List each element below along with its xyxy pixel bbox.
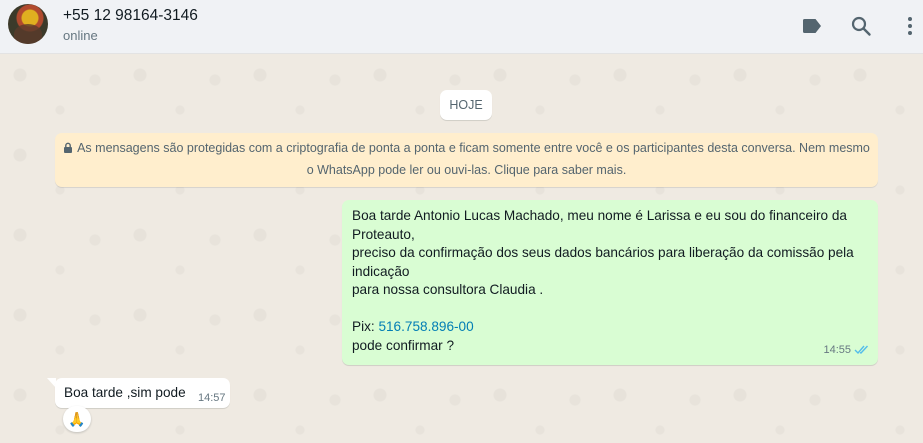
message-line: Boa tarde Antonio Lucas Machado, meu nom… xyxy=(352,208,847,223)
message-line: pode confirmar ? xyxy=(352,337,455,353)
double-check-icon xyxy=(854,344,870,355)
contact-status: online xyxy=(63,28,98,43)
message-meta: 14:55 xyxy=(823,341,870,360)
encryption-text-1: As mensagens são protegidas com a cripto… xyxy=(77,141,870,155)
search-icon[interactable] xyxy=(849,14,873,38)
chat-area[interactable]: HOJE As mensagens são protegidas com a c… xyxy=(0,55,923,443)
pix-number-link[interactable]: 516.758.896-00 xyxy=(378,319,473,334)
message-line: preciso da confirmação dos seus dados ba… xyxy=(352,245,854,260)
lock-icon xyxy=(63,142,73,153)
date-divider: HOJE xyxy=(440,90,492,120)
incoming-time: 14:57 xyxy=(198,392,226,404)
chat-header: +55 12 98164-3146 online xyxy=(0,0,923,54)
pix-label: Pix: xyxy=(352,319,379,334)
outgoing-message[interactable]: Boa tarde Antonio Lucas Machado, meu nom… xyxy=(342,200,878,365)
encryption-line-1: As mensagens são protegidas com a cripto… xyxy=(55,137,878,159)
contact-name[interactable]: +55 12 98164-3146 xyxy=(63,7,198,25)
menu-icon[interactable] xyxy=(898,14,922,38)
reaction-emoji[interactable]: 🙏 xyxy=(63,406,91,432)
encryption-text-2: o WhatsApp pode ler ou ouvi-las. Clique … xyxy=(306,163,627,177)
message-line: indicação xyxy=(352,263,410,279)
label-icon[interactable] xyxy=(800,14,824,38)
avatar[interactable] xyxy=(8,4,48,44)
incoming-message[interactable]: Boa tarde ,sim pode 14:57 xyxy=(55,378,230,408)
message-line: para nossa consultora Claudia . xyxy=(352,282,544,297)
message-line: Proteauto, xyxy=(352,226,415,242)
pix-line: Pix: 516.758.896-00 xyxy=(352,318,868,337)
incoming-text: Boa tarde ,sim pode xyxy=(64,385,186,400)
message-time: 14:55 xyxy=(823,343,851,356)
encryption-notice[interactable]: As mensagens são protegidas com a cripto… xyxy=(55,133,878,187)
